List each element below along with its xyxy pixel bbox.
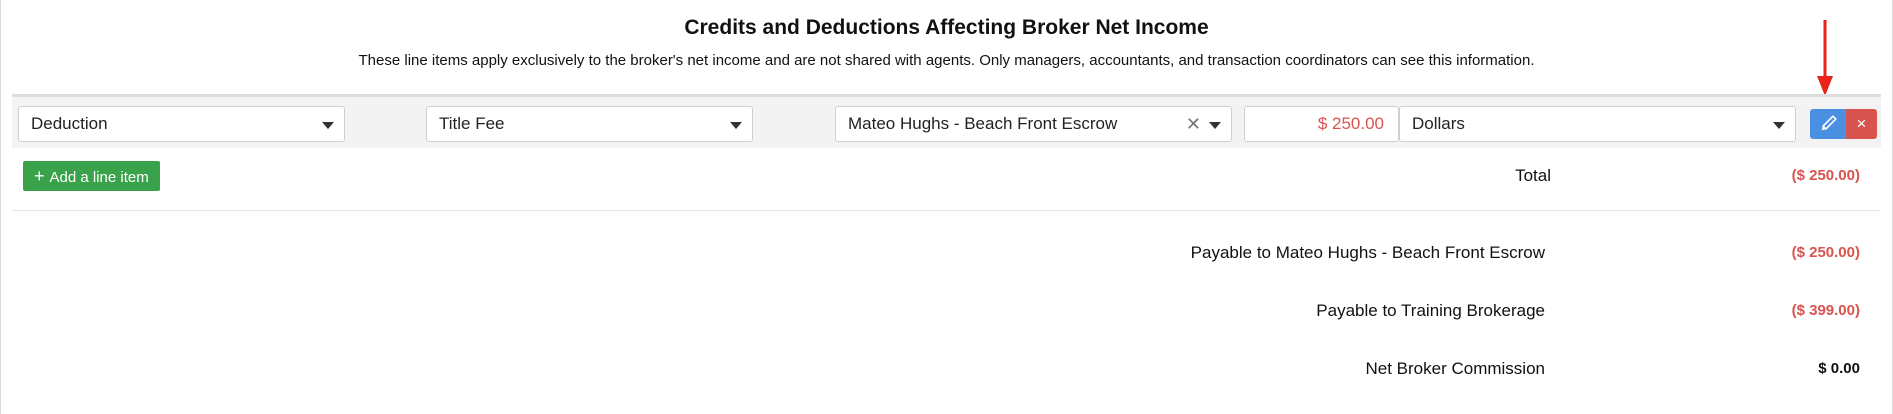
line-type-value: Deduction <box>31 114 108 133</box>
unit-select[interactable]: Dollars <box>1399 106 1796 142</box>
chevron-down-icon <box>322 122 334 129</box>
line-item-row: Deduction Title Fee Mateo Hughs - Beach … <box>12 94 1881 148</box>
total-value: ($ 250.00) <box>1791 167 1860 184</box>
add-line-item-button[interactable]: + Add a line item <box>23 161 160 191</box>
clear-icon[interactable]: ✕ <box>1186 107 1201 141</box>
section-title: Credits and Deductions Affecting Broker … <box>684 16 1209 39</box>
total-label: Total <box>1515 166 1551 185</box>
payee-select[interactable]: Mateo Hughs - Beach Front Escrow ✕ <box>835 106 1232 142</box>
section-divider <box>12 210 1881 211</box>
category-select[interactable]: Title Fee <box>426 106 753 142</box>
summary-label: Net Broker Commission <box>1365 359 1546 378</box>
chevron-down-icon <box>730 122 742 129</box>
unit-value: Dollars <box>1412 114 1465 133</box>
plus-icon: + <box>34 166 45 186</box>
edit-button[interactable] <box>1810 109 1846 139</box>
amount-input[interactable]: $ 250.00 <box>1244 106 1399 142</box>
summary-label: Payable to Training Brokerage <box>1316 301 1545 320</box>
line-type-select[interactable]: Deduction <box>18 106 345 142</box>
summary-value: $ 0.00 <box>1818 360 1860 377</box>
add-line-item-label: Add a line item <box>49 169 149 186</box>
chevron-down-icon <box>1773 122 1785 129</box>
pencil-icon <box>1821 115 1837 131</box>
section-subtitle: These line items apply exclusively to th… <box>358 52 1535 69</box>
summary-label: Payable to Mateo Hughs - Beach Front Esc… <box>1190 243 1545 262</box>
chevron-down-icon <box>1209 122 1221 129</box>
payee-value: Mateo Hughs - Beach Front Escrow <box>848 114 1118 133</box>
summary-value: ($ 250.00) <box>1791 244 1860 261</box>
annotation-arrow-icon <box>1817 20 1833 96</box>
category-value: Title Fee <box>439 114 505 133</box>
summary-value: ($ 399.00) <box>1791 302 1860 319</box>
delete-button[interactable]: × <box>1846 109 1877 139</box>
